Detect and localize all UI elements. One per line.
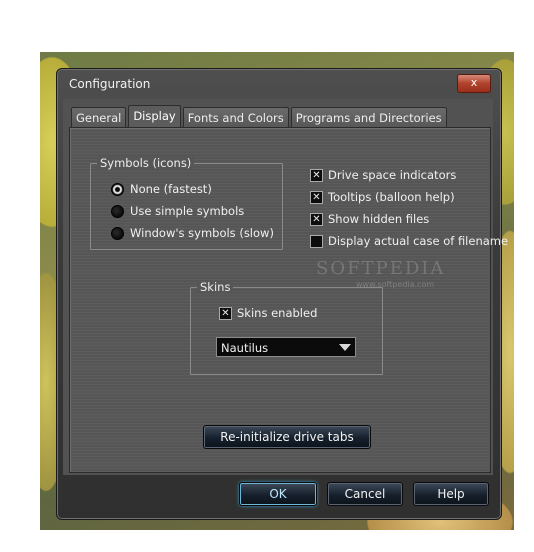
softpedia-watermark: SOFTPEDIA xyxy=(316,258,446,279)
radio-unselected-icon[interactable] xyxy=(111,204,124,218)
checkbox-tooltips[interactable]: ✕ Tooltips (balloon help) xyxy=(310,190,455,204)
radio-simple-symbols[interactable]: Use simple symbols xyxy=(111,204,244,218)
skin-select[interactable]: Nautilus xyxy=(216,337,356,357)
help-button[interactable]: Help xyxy=(413,482,489,506)
title-bar[interactable]: Configuration x xyxy=(57,69,501,99)
softpedia-watermark-url: www.softpedia.com xyxy=(356,280,435,289)
cancel-button[interactable]: Cancel xyxy=(327,482,403,506)
tab-strip: General Display Fonts and Colors Program… xyxy=(71,105,449,128)
checkbox-label: Tooltips (balloon help) xyxy=(328,190,455,204)
checkbox-display-actual-case[interactable]: Display actual case of filename xyxy=(310,234,508,248)
display-tab-panel: Symbols (icons) None (fastest) Use simpl… xyxy=(69,127,508,473)
checkbox-label: Show hidden files xyxy=(328,212,430,226)
checkbox-checked-icon[interactable]: ✕ xyxy=(310,212,323,226)
close-icon: x xyxy=(470,76,478,89)
skins-group-title: Skins xyxy=(197,280,234,294)
checkbox-skins-enabled[interactable]: ✕ Skins enabled xyxy=(219,306,317,320)
radio-windows-symbols[interactable]: Window's symbols (slow) xyxy=(111,226,274,240)
checkbox-show-hidden-files[interactable]: ✕ Show hidden files xyxy=(310,212,429,226)
tab-display[interactable]: Display xyxy=(128,105,181,128)
close-button[interactable]: x xyxy=(457,74,491,93)
ok-button[interactable]: OK xyxy=(239,482,317,506)
checkbox-drive-space-indicators[interactable]: ✕ Drive space indicators xyxy=(310,168,456,182)
checkbox-checked-icon[interactable]: ✕ xyxy=(310,168,323,182)
chevron-down-icon[interactable] xyxy=(339,344,351,351)
radio-unselected-icon[interactable] xyxy=(111,226,124,240)
tab-general[interactable]: General xyxy=(71,107,127,128)
skin-select-value: Nautilus xyxy=(221,341,269,355)
radio-label: Use simple symbols xyxy=(130,204,245,218)
checkbox-unchecked-icon[interactable] xyxy=(310,234,323,248)
symbols-groupbox: Symbols (icons) None (fastest) Use simpl… xyxy=(90,156,283,250)
radio-label: None (fastest) xyxy=(130,182,212,196)
checkbox-label: Skins enabled xyxy=(237,306,318,320)
symbols-group-title: Symbols (icons) xyxy=(97,156,195,170)
radio-none-fastest[interactable]: None (fastest) xyxy=(111,182,212,196)
window-title: Configuration xyxy=(69,77,151,91)
configuration-dialog: Configuration x General Display Fonts an… xyxy=(56,68,508,520)
tab-fonts-and-colors[interactable]: Fonts and Colors xyxy=(182,107,289,128)
checkbox-checked-icon[interactable]: ✕ xyxy=(219,306,232,320)
checkbox-label: Drive space indicators xyxy=(328,168,457,182)
skins-groupbox: Skins ✕ Skins enabled Nautilus xyxy=(190,280,383,375)
checkbox-label: Display actual case of filename xyxy=(328,234,509,248)
dialog-body: General Display Fonts and Colors Program… xyxy=(63,99,508,475)
radio-label: Window's symbols (slow) xyxy=(130,226,274,240)
tab-programs-and-directories[interactable]: Programs and Directories xyxy=(290,107,447,128)
reinitialize-drive-tabs-button[interactable]: Re-initialize drive tabs xyxy=(203,425,371,449)
checkbox-checked-icon[interactable]: ✕ xyxy=(310,190,323,204)
radio-selected-icon[interactable] xyxy=(111,182,124,196)
